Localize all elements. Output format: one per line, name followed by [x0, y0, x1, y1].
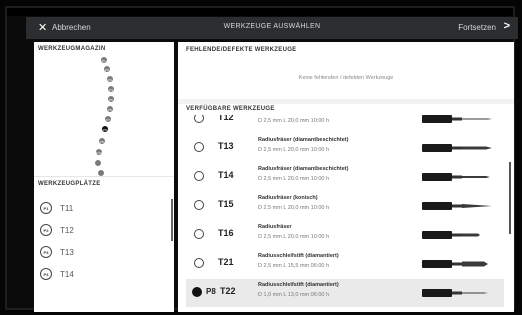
magazine-slot-p9[interactable]: P9 [98, 137, 106, 145]
tool-image-icon [422, 231, 480, 239]
place-tool-label: T11 [60, 203, 74, 213]
magazine-slot-label: P2 [105, 67, 109, 72]
magazine-heading: WERKZEUGMAGAZIN [38, 46, 106, 52]
tool-list: T12 D 2,5 mm L 20,0 mm 10:00 h T13 Radiusfr… [178, 115, 514, 312]
tool-number: T21 [218, 257, 234, 267]
place-item[interactable]: P4 T14 [40, 266, 74, 282]
tool-spec: D 2,5 mm L 20,0 mm 10:00 h [258, 118, 330, 124]
magazine-slot-p2[interactable]: P2 [103, 65, 111, 73]
tool-name: Radiusfräser [258, 224, 292, 230]
radio-button[interactable] [194, 258, 204, 268]
tool-number: T22 [220, 286, 236, 296]
divider [178, 99, 514, 104]
tool-row[interactable]: T15 Radiusfräser (konisch) D 2,5 mm L 20,0… [186, 192, 504, 220]
tool-name: Radiusfräser (diamantbeschichtet) [258, 137, 349, 143]
radio-button[interactable] [194, 142, 204, 152]
title-bar: ✕ Abbrechen WERKZEUGE AUSWÄHLEN Fortsetz… [26, 17, 518, 39]
places-heading: WERKZEUGPLÄTZE [38, 181, 101, 187]
tool-image-icon [422, 144, 492, 152]
available-heading: VERFÜGBARE WERKZEUGE [186, 106, 275, 112]
tool-row[interactable]: T21 Radiusschleifstift (diamantiert) D 2,5… [186, 250, 504, 278]
tool-row[interactable]: T16 Radiusfräser D 2,5 mm L 20,0 mm 10:00 … [186, 221, 504, 249]
radio-button[interactable] [194, 115, 204, 123]
tools-scrollbar[interactable] [509, 162, 511, 234]
magazine-slot-label: P7 [106, 117, 110, 122]
magazine-slot-p8[interactable]: P8 [101, 125, 109, 133]
tool-number: T14 [218, 170, 234, 180]
magazine-slot-p3[interactable]: P3 [106, 75, 114, 83]
magazine-slot-p6[interactable]: P6 [106, 105, 114, 113]
magazine-slot-p5[interactable]: P5 [107, 95, 115, 103]
divider [34, 176, 174, 177]
places-scrollbar[interactable] [171, 199, 173, 241]
tool-image-icon [422, 202, 492, 210]
frame-top-bar [7, 8, 513, 16]
radio-button[interactable] [192, 287, 202, 297]
magazine-slot-p1[interactable]: P1 [100, 56, 108, 64]
tool-number: T13 [218, 141, 234, 151]
slot-circle-icon: P1 [40, 202, 52, 214]
missing-heading: FEHLENDE/DEFEKTE WERKZEUGE [186, 47, 297, 53]
radio-button[interactable] [194, 229, 204, 239]
magazine-slot[interactable] [94, 159, 102, 167]
magazine-slot-p4[interactable]: P4 [107, 85, 115, 93]
radio-button[interactable] [194, 200, 204, 210]
place-item[interactable]: P2 T12 [40, 222, 74, 238]
radio-button[interactable] [194, 171, 204, 181]
tool-row[interactable]: T12 D 2,5 mm L 20,0 mm 10:00 h [186, 115, 504, 133]
tool-spec: D 2,5 mm L 20,0 mm 10:00 h [258, 147, 330, 153]
place-item[interactable]: P3 T13 [40, 244, 74, 260]
magazine-slot-label: P6 [108, 107, 112, 112]
tool-spec: D 2,5 mm L 20,0 mm 10:00 h [258, 176, 330, 182]
place-tool-label: T14 [60, 269, 74, 279]
slot-circle-icon: P3 [40, 246, 52, 258]
tool-spec: D 2,5 mm L 20,0 mm 10:00 h [258, 234, 330, 240]
magazine-slot-label: P5 [109, 97, 113, 102]
place-item[interactable]: P1 T11 [40, 200, 73, 216]
magazine-slot-label: P3 [108, 77, 112, 82]
tool-spec: D 2,5 mm L 20,0 mm 10:00 h [258, 205, 330, 211]
magazine-slot-label: P8 [103, 127, 107, 132]
tool-name: Radiusschleifstift (diamantiert) [258, 282, 339, 288]
tool-place-code: P8 [206, 287, 216, 296]
tool-name: Radiusschleifstift (diamantiert) [258, 253, 339, 259]
place-tool-label: T13 [60, 247, 74, 257]
slot-circle-icon: P4 [40, 268, 52, 280]
page-title: WERKZEUGE AUSWÄHLEN [223, 23, 321, 30]
tool-name: Radiusfräser (konisch) [258, 195, 318, 201]
magazine-slot-label: P9 [100, 139, 104, 144]
right-panel: FEHLENDE/DEFEKTE WERKZEUGE Keine fehlend… [178, 42, 514, 312]
tool-image-icon [422, 173, 490, 181]
slot-circle-icon: P2 [40, 224, 52, 236]
missing-empty-text: Keine fehlenden / defekten Werkzeuge [298, 75, 394, 81]
tool-spec: D 1,0 mm L 13,0 mm 06:00 h [258, 292, 330, 298]
tool-name: Radiusfräser (diamantbeschichtet) [258, 166, 349, 172]
tool-spec: D 2,5 mm L 15,5 mm 06:00 h [258, 263, 330, 269]
tool-row[interactable]: T14 Radiusfräser (diamantbeschichtet) D 2,… [186, 163, 504, 191]
tool-row[interactable]: T13 Radiusfräser (diamantbeschichtet) D 2,… [186, 134, 504, 162]
tool-image-icon [422, 289, 488, 297]
tool-image-icon [422, 115, 492, 123]
place-tool-label: T12 [60, 225, 74, 235]
tool-row[interactable]: P8 T22 Radiusschleifstift (diamantiert) D 1… [186, 279, 504, 307]
tool-image-icon [422, 260, 488, 268]
tool-number: T15 [218, 199, 234, 209]
tool-number: T16 [218, 228, 234, 238]
magazine-slot-label: P4 [109, 87, 113, 92]
magazine-slot-label: P10 [96, 150, 102, 155]
magazine-slot-label: P1 [102, 58, 106, 63]
continue-button[interactable]: Fortsetzen [458, 23, 496, 32]
left-panel: WERKZEUGMAGAZIN P1 P2 P3 P4 P5 P6 P7 P8 P9 P10 WE… [34, 42, 174, 312]
magazine-slot-p7[interactable]: P7 [104, 115, 112, 123]
chevron-right-icon[interactable]: > [504, 20, 510, 32]
tool-number: T12 [218, 115, 234, 122]
magazine-slot-p10[interactable]: P10 [95, 148, 103, 156]
